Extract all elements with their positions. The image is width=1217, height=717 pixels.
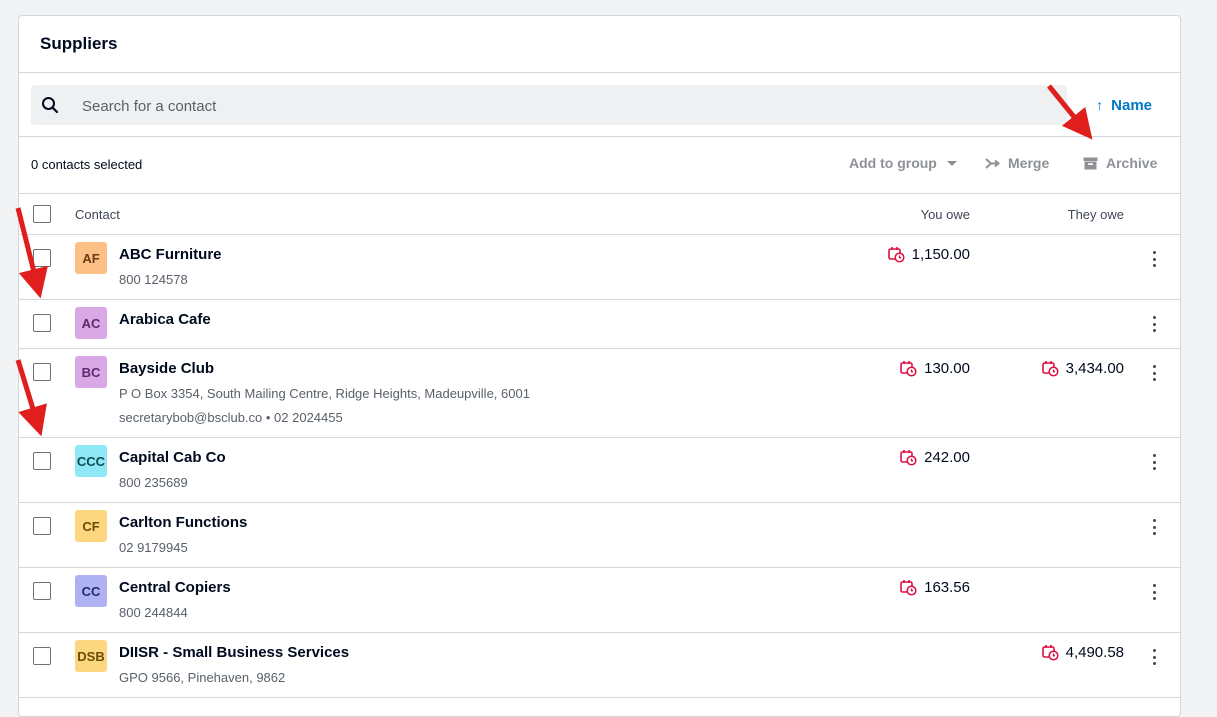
they-owe-amount: 4,490.58 (1041, 644, 1124, 661)
overdue-calendar-icon (1041, 361, 1059, 377)
row-checkbox[interactable] (33, 314, 51, 332)
contact-name[interactable]: ABC Furniture (119, 246, 222, 263)
contact-name[interactable]: Carlton Functions (119, 514, 247, 531)
avatar: DSB (75, 640, 107, 672)
more-options-icon[interactable] (1148, 316, 1160, 332)
search-input[interactable] (80, 85, 1044, 127)
contact-detail: 800 244844 (119, 605, 188, 620)
contact-name[interactable]: Central Copiers (119, 579, 231, 596)
table-row[interactable]: AC Arabica Cafe (19, 300, 1180, 349)
avatar: CCC (75, 445, 107, 477)
contact-detail: GPO 9566, Pinehaven, 9862 (119, 670, 286, 685)
you-owe-value: 163.56 (924, 579, 970, 596)
they-owe-amount: 3,434.00 (1041, 360, 1124, 377)
selected-count: 0 contacts selected (31, 157, 143, 172)
search-box[interactable] (31, 85, 1067, 127)
overdue-calendar-icon (1041, 645, 1059, 661)
row-checkbox[interactable] (33, 647, 51, 665)
merge-button[interactable]: Merge (985, 155, 1049, 171)
contact-detail: P O Box 3354, South Mailing Centre, Ridg… (119, 386, 530, 401)
overdue-calendar-icon (887, 247, 905, 263)
search-icon (42, 97, 59, 114)
sort-label: Name (1111, 96, 1152, 114)
avatar: CF (75, 510, 107, 542)
contact-list: AF ABC Furniture 800 124578 1,150.00 AC A… (19, 235, 1180, 698)
you-owe-amount: 242.00 (900, 449, 970, 466)
merge-icon (985, 157, 1000, 169)
overdue-calendar-icon (900, 361, 917, 377)
table-header: Contact You owe They owe (19, 194, 1180, 235)
you-owe-amount: 163.56 (900, 579, 970, 596)
archive-label: Archive (1106, 155, 1158, 171)
table-row[interactable]: AF ABC Furniture 800 124578 1,150.00 (19, 235, 1180, 300)
contact-email-phone: secretarybob@bsclub.co • 02 2024455 (119, 410, 343, 425)
row-checkbox[interactable] (33, 582, 51, 600)
chevron-down-icon (946, 160, 957, 166)
sort-arrow-up-icon: ↑ (1096, 97, 1104, 113)
row-checkbox[interactable] (33, 249, 51, 267)
table-row[interactable]: CC Central Copiers 800 244844 163.56 (19, 568, 1180, 633)
overdue-calendar-icon (900, 580, 917, 596)
you-owe-value: 1,150.00 (911, 246, 970, 263)
you-owe-value: 242.00 (924, 449, 970, 466)
add-to-group-button[interactable]: Add to group (849, 155, 957, 171)
more-options-icon[interactable] (1148, 251, 1160, 267)
contact-detail: 02 9179945 (119, 540, 188, 555)
table-row[interactable]: CF Carlton Functions 02 9179945 (19, 503, 1180, 568)
avatar: CC (75, 575, 107, 607)
you-owe-amount: 1,150.00 (887, 246, 970, 263)
row-checkbox[interactable] (33, 363, 51, 381)
contact-detail: 800 235689 (119, 475, 188, 490)
they-owe-value: 4,490.58 (1065, 644, 1124, 661)
panel-title: Suppliers (19, 16, 1180, 73)
bulk-action-row: 0 contacts selected Add to group Merge A… (19, 137, 1180, 194)
column-they-owe[interactable]: They owe (1068, 207, 1124, 222)
table-row[interactable]: DSB DIISR - Small Business Services GPO 9… (19, 633, 1180, 698)
more-options-icon[interactable] (1148, 519, 1160, 535)
select-all-checkbox[interactable] (33, 205, 51, 223)
column-contact[interactable]: Contact (75, 207, 120, 222)
contact-detail: 800 124578 (119, 272, 188, 287)
search-row: ↑ Name (19, 73, 1180, 137)
suppliers-panel: Suppliers ↑ Name 0 contacts selected Add… (18, 15, 1181, 717)
table-row[interactable]: CCC Capital Cab Co 800 235689 242.00 (19, 438, 1180, 503)
avatar: BC (75, 356, 107, 388)
you-owe-value: 130.00 (924, 360, 970, 377)
contact-name[interactable]: Capital Cab Co (119, 449, 226, 466)
contact-name[interactable]: DIISR - Small Business Services (119, 644, 349, 661)
table-row[interactable]: BC Bayside Club P O Box 3354, South Maili… (19, 349, 1180, 438)
overdue-calendar-icon (900, 450, 917, 466)
more-options-icon[interactable] (1148, 454, 1160, 470)
archive-icon (1083, 157, 1098, 169)
they-owe-value: 3,434.00 (1065, 360, 1124, 377)
more-options-icon[interactable] (1148, 365, 1160, 381)
contact-name[interactable]: Bayside Club (119, 360, 214, 377)
avatar: AC (75, 307, 107, 339)
avatar: AF (75, 242, 107, 274)
archive-button[interactable]: Archive (1083, 155, 1157, 171)
sort-name-button[interactable]: ↑ Name (1096, 95, 1152, 115)
row-checkbox[interactable] (33, 517, 51, 535)
column-you-owe[interactable]: You owe (921, 207, 970, 222)
row-checkbox[interactable] (33, 452, 51, 470)
add-to-group-label: Add to group (849, 155, 937, 171)
you-owe-amount: 130.00 (900, 360, 970, 377)
contact-name[interactable]: Arabica Cafe (119, 311, 211, 328)
more-options-icon[interactable] (1148, 584, 1160, 600)
merge-label: Merge (1008, 155, 1050, 171)
more-options-icon[interactable] (1148, 649, 1160, 665)
